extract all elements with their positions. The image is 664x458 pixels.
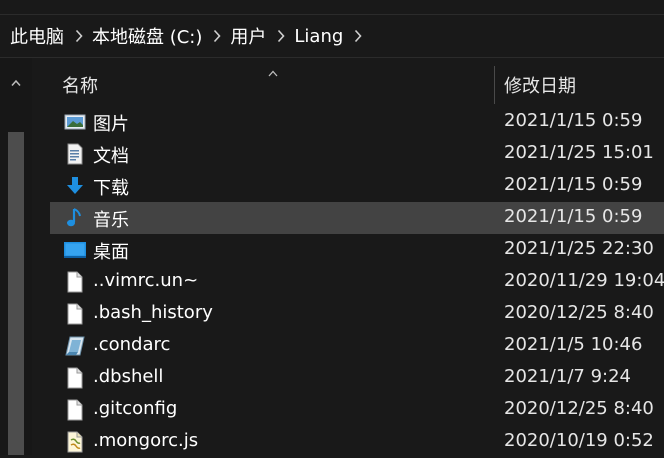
nav-pane-scrollbar[interactable] [0, 58, 32, 455]
script-file-icon [64, 431, 86, 453]
file-name: .condarc [93, 334, 171, 355]
file-name: 桌面 [93, 242, 129, 263]
address-bar[interactable]: 此电脑 本地磁盘 (C:) 用户 Liang [0, 14, 664, 58]
file-name: 音乐 [93, 210, 129, 231]
breadcrumb-local-disk[interactable]: 本地磁盘 (C:) [92, 23, 202, 49]
file-icon [64, 367, 86, 389]
file-name: .dbshell [93, 366, 164, 387]
pictures-folder-icon [64, 111, 86, 133]
file-row[interactable]: ..vimrc.un~ 2020/11/29 19:04 [50, 266, 664, 298]
chevron-right-icon[interactable] [213, 29, 221, 43]
file-name: .bash_history [93, 302, 213, 323]
file-date: 2021/1/7 9:24 [504, 366, 631, 387]
sort-ascending-icon [268, 62, 278, 81]
desktop-folder-icon [64, 239, 86, 261]
chevron-right-icon[interactable] [277, 29, 285, 43]
file-row[interactable]: .condarc 2021/1/5 10:46 [50, 330, 664, 362]
file-name: 文档 [93, 146, 129, 167]
file-row[interactable]: .mongorc.js 2020/10/19 0:52 [50, 426, 664, 458]
file-date: 2021/1/25 15:01 [504, 142, 654, 163]
window-top-edge [0, 0, 664, 14]
config-file-icon [64, 335, 86, 357]
file-row[interactable]: 桌面 2021/1/25 22:30 [50, 234, 664, 266]
file-row[interactable]: 下载 2021/1/15 0:59 [50, 170, 664, 202]
file-date: 2021/1/15 0:59 [504, 174, 643, 195]
file-row[interactable]: 文档 2021/1/25 15:01 [50, 138, 664, 170]
file-icon [64, 271, 86, 293]
file-row-selected[interactable]: 音乐 2021/1/15 0:59 [50, 202, 664, 234]
file-date: 2021/1/25 22:30 [504, 238, 654, 259]
breadcrumb-liang[interactable]: Liang [294, 26, 343, 47]
breadcrumb-users[interactable]: 用户 [230, 23, 266, 49]
file-date: 2021/1/15 0:59 [504, 206, 643, 227]
file-list-pane: 名称 修改日期 图片 2021/1/15 0:59 文档 2021/1/25 1… [32, 58, 664, 455]
chevron-right-icon[interactable] [354, 29, 362, 43]
file-date: 2021/1/15 0:59 [504, 110, 643, 131]
file-name: 下载 [93, 178, 129, 199]
file-row[interactable]: 图片 2021/1/15 0:59 [50, 106, 664, 138]
file-name: .mongorc.js [93, 430, 199, 451]
file-date: 2020/10/19 0:52 [504, 430, 654, 451]
file-icon [64, 303, 86, 325]
file-date: 2021/1/5 10:46 [504, 334, 643, 355]
file-name: 图片 [93, 114, 129, 135]
documents-folder-icon [64, 143, 86, 165]
column-header: 名称 修改日期 [32, 58, 664, 106]
music-folder-icon [64, 207, 86, 229]
downloads-folder-icon [64, 175, 86, 197]
chevron-right-icon[interactable] [75, 29, 83, 43]
file-name: ..vimrc.un~ [93, 270, 199, 291]
file-row[interactable]: .dbshell 2021/1/7 9:24 [50, 362, 664, 394]
file-date: 2020/12/25 8:40 [504, 302, 654, 323]
column-divider[interactable] [494, 66, 495, 104]
file-row[interactable]: .gitconfig 2020/12/25 8:40 [50, 394, 664, 426]
file-name: .gitconfig [93, 398, 178, 419]
column-date-header[interactable]: 修改日期 [504, 72, 576, 98]
column-name-header[interactable]: 名称 [62, 72, 98, 98]
file-icon [64, 399, 86, 421]
scrollbar-thumb[interactable] [8, 132, 24, 455]
file-date: 2020/11/29 19:04 [504, 270, 664, 291]
file-date: 2020/12/25 8:40 [504, 398, 654, 419]
breadcrumb-this-pc[interactable]: 此电脑 [10, 23, 64, 49]
file-row[interactable]: .bash_history 2020/12/25 8:40 [50, 298, 664, 330]
scroll-up-arrow-icon[interactable] [11, 72, 21, 91]
